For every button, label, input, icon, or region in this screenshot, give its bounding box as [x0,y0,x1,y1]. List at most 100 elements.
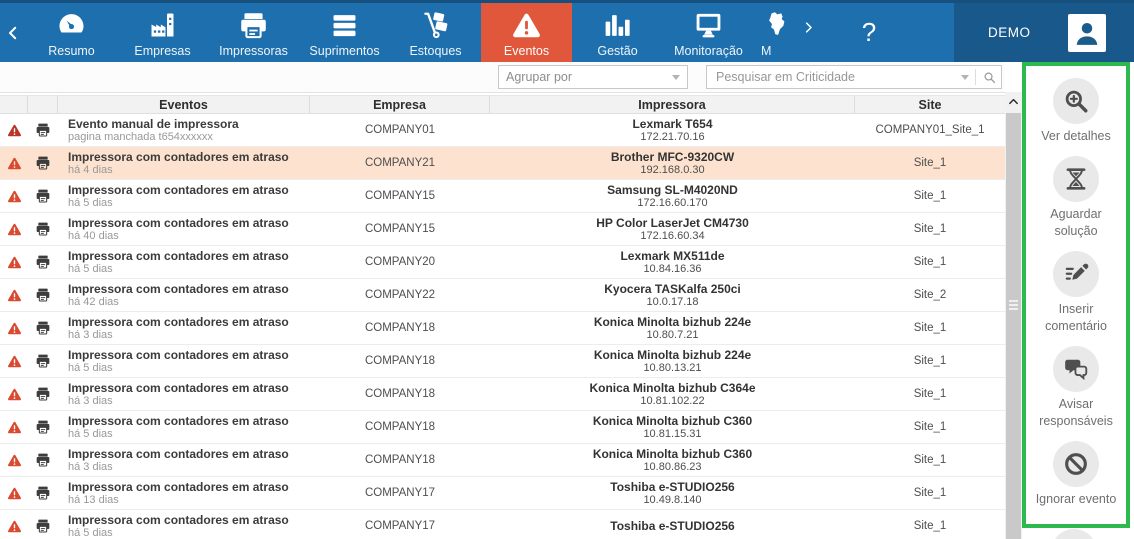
chevron-down-icon[interactable] [961,75,969,80]
event-title: Impressora com contadores em atraso [68,414,289,428]
table-row[interactable]: Impressora com contadores em atrasohá 5 … [0,246,1005,279]
warning-triangle-icon [7,420,22,435]
nav-item-suprimentos[interactable]: Suprimentos [299,3,390,62]
printer-cell: Samsung SL-M4020ND172.16.60.170 [490,180,855,212]
supplies-icon [329,10,360,41]
table-body: Evento manual de impressorapagina mancha… [0,114,1005,539]
action-avisar-responsaveis[interactable]: Avisar responsáveis [1028,346,1124,430]
column-header-severity [0,95,28,114]
severity-cell [0,213,28,245]
table-row[interactable]: Impressora com contadores em atrasohá 3 … [0,312,1005,345]
monitor-icon [693,10,724,41]
action-aguardar-solucao[interactable]: Aguardar solução [1028,156,1124,240]
action-circle [1053,251,1099,297]
nav-items: Resumo EmpresasImpressorasSuprimentosEsto… [26,3,792,62]
nav-item-estoques[interactable]: Estoques [390,3,481,62]
event-detail: há 40 dias [68,230,119,243]
column-header-printer-icon [28,95,58,114]
chevron-down-icon [672,75,680,80]
printer-model: Konica Minolta bizhub C364e [589,381,755,395]
table-row[interactable]: Impressora com contadores em atrasohá 42… [0,279,1005,312]
search-input[interactable] [714,69,961,85]
search-icon[interactable] [982,70,997,85]
ban-icon [1063,451,1089,477]
event-title: Impressora com contadores em atraso [68,381,289,395]
printer-icon-cell [28,279,58,311]
chevron-right-icon [801,20,816,35]
action-ignorar-evento[interactable]: Ignorar evento [1028,441,1124,508]
column-header[interactable]: Site [855,95,1005,114]
nav-back-button[interactable] [0,3,26,62]
map-icon [761,10,792,41]
nav-item-gestao[interactable]: Gestão [572,3,663,62]
chevron-left-icon [4,24,22,42]
table-row[interactable]: Impressora com contadores em atrasohá 4 … [0,147,1005,180]
event-detail: há 3 dias [68,461,113,474]
severity-cell [0,312,28,344]
scrollbar-thumb[interactable] [1006,113,1021,539]
table-row[interactable]: Impressora com contadores em atrasohá 3 … [0,444,1005,477]
scroll-up-button[interactable] [1005,92,1022,110]
column-header[interactable]: Empresa [310,95,490,114]
printer-cell: Konica Minolta bizhub 224e10.80.7.21 [490,312,855,344]
printer-small-icon [35,518,51,534]
action-ver-detalhes[interactable]: Ver detalhes [1028,78,1124,145]
company-cell: COMPANY01 [310,114,490,146]
event-cell: Impressora com contadores em atrasohá 4 … [58,147,310,179]
nav-item-empresas[interactable]: Empresas [117,3,208,62]
avatar[interactable] [1068,14,1106,52]
help-button[interactable]: ? [824,3,914,62]
table-row[interactable]: Impressora com contadores em atrasohá 40… [0,213,1005,246]
table-row[interactable]: Evento manual de impressorapagina mancha… [0,114,1005,147]
nav-overflow-button[interactable] [792,3,824,62]
nav-item-monitoracao[interactable]: Monitoração [663,3,754,62]
event-detail: há 5 dias [68,197,113,210]
printer-small-icon [35,287,51,303]
group-by-dropdown[interactable]: Agrupar por [498,65,688,89]
event-actions-panel: Ver detalhes Aguardar solução Inserir come… [1022,62,1130,528]
severity-cell [0,147,28,179]
printer-model: Lexmark T654 [632,117,712,131]
hourglass-icon [1063,166,1089,192]
event-detail: há 13 dias [68,494,119,507]
nav-item-resumo[interactable]: Resumo [26,3,117,62]
company-cell: COMPANY17 [310,510,490,539]
printer-ip: 172.21.70.16 [640,131,704,144]
warning-triangle-icon [7,123,22,138]
action-partial-circle[interactable] [1051,529,1097,539]
action-circle [1053,346,1099,392]
column-header[interactable]: Eventos [58,95,310,114]
site-cell: COMPANY01_Site_1 [855,114,1005,146]
event-detail: há 3 dias [68,395,113,408]
table-row[interactable]: Impressora com contadores em atrasohá 5 … [0,411,1005,444]
printer-icon-cell [28,345,58,377]
nav-item-label: Resumo [48,44,95,58]
table-row[interactable]: Impressora com contadores em atrasohá 3 … [0,378,1005,411]
table-row[interactable]: Impressora com contadores em atrasohá 13… [0,477,1005,510]
warning-triangle-icon [7,354,22,369]
table-row[interactable]: Impressora com contadores em atrasohá 5 … [0,180,1005,213]
printer-icon-cell [28,510,58,539]
printer-cell: Lexmark MX511de10.84.16.36 [490,246,855,278]
action-inserir-comentario[interactable]: Inserir comentário [1028,251,1124,335]
account-section[interactable]: DEMO [954,3,1134,62]
severity-cell [0,279,28,311]
warning-triangle-icon [7,486,22,501]
nav-item-mapa[interactable]: M [754,3,792,62]
printer-small-icon [35,221,51,237]
vertical-scrollbar[interactable] [1005,92,1022,539]
printer-cell: HP Color LaserJet CM4730172.16.60.34 [490,213,855,245]
site-cell: Site_1 [855,411,1005,443]
nav-item-impressoras[interactable]: Impressoras [208,3,299,62]
severity-cell [0,477,28,509]
warning-triangle-icon [7,321,22,336]
nav-item-eventos[interactable]: Eventos [481,3,572,62]
printer-ip: 10.81.15.31 [643,428,701,441]
column-header[interactable]: Impressora [490,95,855,114]
table-row[interactable]: Impressora com contadores em atrasohá 5 … [0,510,1005,539]
company-cell: COMPANY20 [310,246,490,278]
company-cell: COMPANY15 [310,213,490,245]
event-detail: há 5 dias [68,362,113,375]
table-row[interactable]: Impressora com contadores em atrasohá 5 … [0,345,1005,378]
event-cell: Impressora com contadores em atrasohá 42… [58,279,310,311]
